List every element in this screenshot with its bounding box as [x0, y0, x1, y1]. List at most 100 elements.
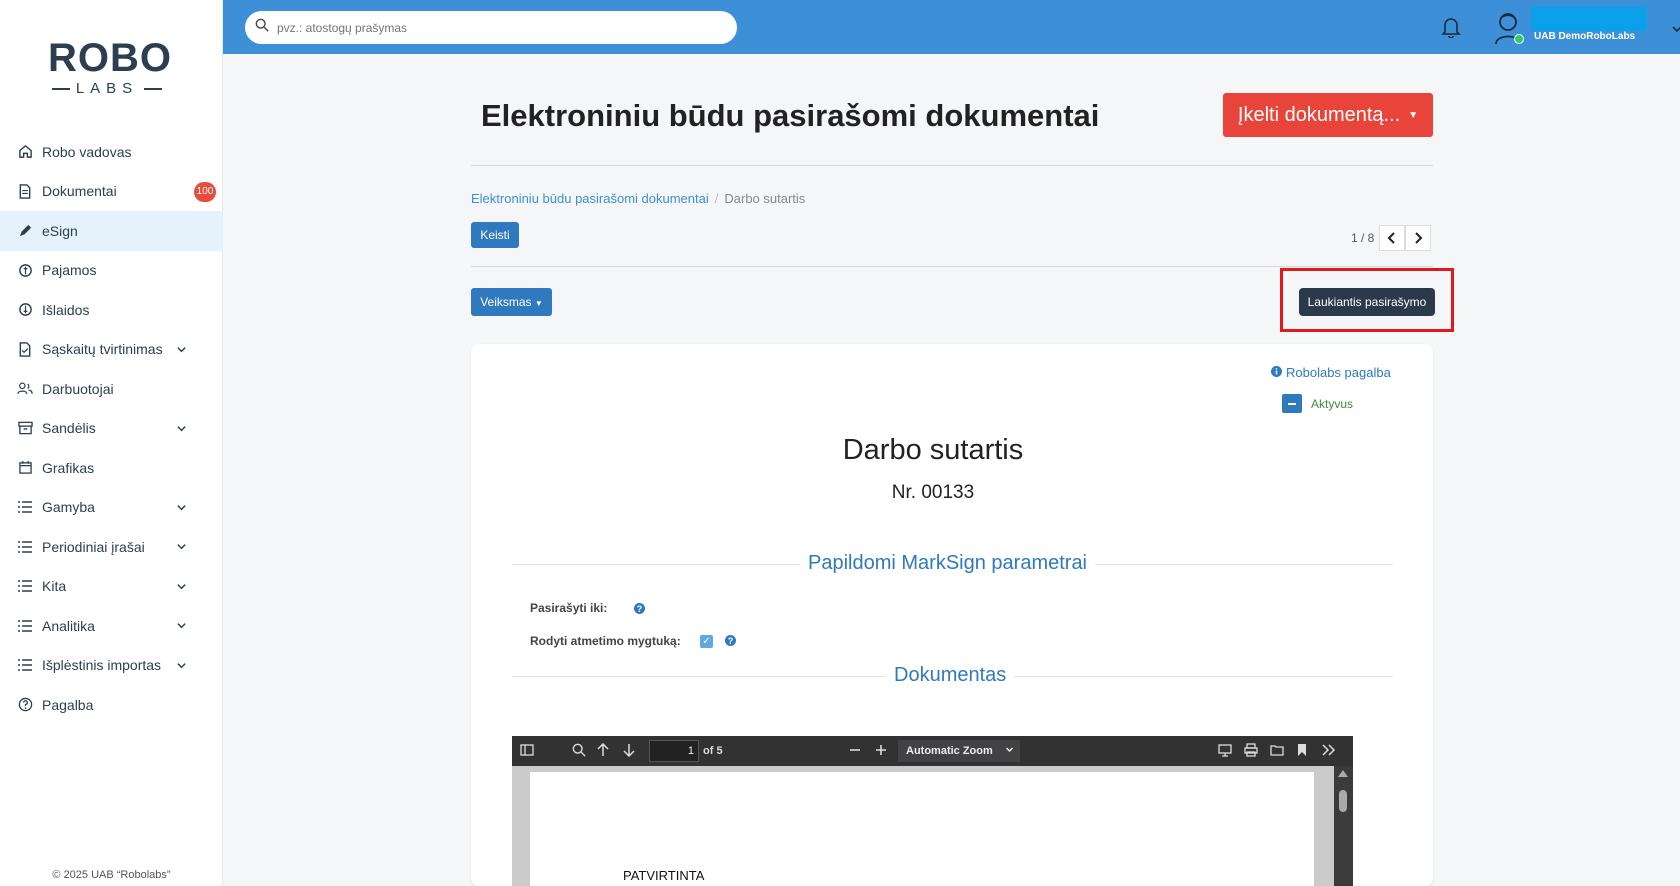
- bell-icon[interactable]: [1441, 16, 1461, 43]
- zoom-select[interactable]: Automatic Zoom: [898, 740, 1020, 762]
- online-status-dot: [1514, 34, 1524, 44]
- sidebar-item-darbuotojai[interactable]: Darbuotojai: [0, 369, 223, 409]
- sidebar-item-label: eSign: [42, 222, 78, 239]
- sidebar-item-label: Išlaidos: [42, 301, 90, 318]
- divider: [471, 165, 1433, 166]
- logo-bottom-text: LABS: [75, 80, 139, 97]
- chevron-down-icon: [176, 618, 187, 634]
- zoom-select-value: Automatic Zoom: [906, 745, 993, 757]
- question-icon[interactable]: ?: [725, 635, 736, 646]
- sidebar-item-pajamos[interactable]: Pajamos: [0, 251, 223, 291]
- sidebar-item-analitika[interactable]: Analitika: [0, 606, 223, 646]
- chevron-down-icon: [176, 342, 187, 358]
- zoom-in-icon[interactable]: [875, 743, 887, 759]
- chevron-right-icon[interactable]: [1405, 225, 1431, 251]
- document-number: Nr. 00133: [891, 482, 975, 503]
- help-circle-icon: [16, 696, 34, 714]
- sidebar-item-label: Sandėlis: [42, 420, 96, 437]
- help-link[interactable]: Robolabs pagalba: [1271, 365, 1391, 380]
- sidebar-item-kita[interactable]: Kita: [0, 567, 223, 607]
- upload-button-label: Įkelti dokumentą...: [1237, 103, 1401, 126]
- sidebar-nav: Robo vadovas Dokumentai 100 eSign Pajamo…: [0, 132, 223, 725]
- search-icon[interactable]: [572, 743, 586, 760]
- search-input[interactable]: [277, 20, 717, 35]
- status-button[interactable]: Laukiantis pasirašymo: [1299, 288, 1435, 316]
- section-document-title: Dokumentas: [886, 664, 1015, 687]
- sidebar-item-label: Periodiniai įrašai: [42, 538, 145, 555]
- sidebar-item-pagalba[interactable]: Pagalba: [0, 685, 223, 725]
- pdf-page-input[interactable]: 1: [649, 740, 699, 762]
- sidebar-item-robo-vadovas[interactable]: Robo vadovas: [0, 132, 223, 172]
- question-icon[interactable]: ?: [634, 603, 645, 614]
- sidebar-toggle-icon[interactable]: [520, 743, 534, 760]
- bookmark-icon[interactable]: [1297, 743, 1307, 760]
- print-icon[interactable]: [1244, 743, 1258, 760]
- sign-until-label: Pasirašyti iki:: [530, 601, 608, 615]
- zoom-out-icon[interactable]: [849, 743, 861, 759]
- caret-down-icon: ▼: [1408, 109, 1419, 121]
- breadcrumb-link[interactable]: Elektroniniu būdu pasirašomi dokumentai: [471, 191, 709, 206]
- sidebar-item-gamyba[interactable]: Gamyba: [0, 488, 223, 528]
- show-reject-label: Rodyti atmetimo mygtuką:: [530, 634, 681, 648]
- archive-icon: [16, 419, 34, 437]
- sidebar-item-label: Kita: [42, 578, 67, 595]
- breadcrumb: Elektroniniu būdu pasirašomi dokumentai /…: [471, 191, 805, 206]
- action-dropdown-button[interactable]: Veiksmas ▼: [471, 288, 552, 316]
- chevron-down-icon: [176, 421, 187, 437]
- pager-count: 1 / 8: [1351, 231, 1375, 245]
- sidebar-item-label: Dokumentai: [42, 183, 117, 200]
- presentation-mode-icon[interactable]: [1218, 743, 1232, 760]
- arrow-down-icon[interactable]: [623, 743, 635, 760]
- pdf-scrollbar[interactable]: [1334, 766, 1353, 886]
- sidebar-item-esign[interactable]: eSign: [0, 211, 223, 251]
- sidebar-item-periodiniai-irasai[interactable]: Periodiniai įrašai: [0, 527, 223, 567]
- upload-document-button[interactable]: Įkelti dokumentą... ▼: [1223, 93, 1433, 137]
- list-icon: [16, 577, 34, 595]
- page-title: Elektroniniu būdu pasirašomi dokumentai: [481, 98, 1100, 133]
- copyright: © 2025 UAB “Robolabs”: [52, 869, 171, 881]
- edit-button[interactable]: Keisti: [471, 222, 519, 248]
- scrollbar-thumb[interactable]: [1339, 790, 1347, 812]
- robolabs-logo[interactable]: ROBO LABS: [48, 36, 172, 97]
- document-title: Darbo sutartis: [842, 434, 1024, 466]
- chevron-down-icon: [176, 500, 187, 516]
- sidebar-item-label: Pajamos: [42, 262, 97, 279]
- sidebar-item-label: Išplėstinis importas: [42, 657, 162, 674]
- archive-box-icon[interactable]: [1282, 394, 1302, 413]
- sidebar-item-saskaitu-tvirtinimas[interactable]: Sąskaitų tvirtinimas: [0, 330, 223, 370]
- search-icon: [255, 18, 269, 37]
- state-label: Aktyvus: [1311, 397, 1354, 411]
- tools-menu-icon[interactable]: [1322, 743, 1336, 759]
- sidebar-item-sandelis[interactable]: Sandėlis: [0, 409, 223, 449]
- search-box[interactable]: [245, 11, 737, 44]
- top-bar: UAB DemoRoboLabs: [223, 0, 1680, 54]
- sidebar-item-label: Robo vadovas: [42, 143, 132, 160]
- chevron-down-icon: [176, 658, 187, 674]
- section-marksign-title: Papildomi MarkSign parametrai: [800, 552, 1096, 575]
- sidebar-item-dokumentai[interactable]: Dokumentai 100: [0, 172, 223, 212]
- chevron-left-icon[interactable]: [1379, 225, 1405, 251]
- action-button-label: Veiksmas: [480, 295, 532, 309]
- caret-down-icon: ▼: [534, 299, 543, 308]
- logo-top-text: ROBO: [48, 36, 172, 80]
- sidebar-item-islaidos[interactable]: Išlaidos: [0, 290, 223, 330]
- scroll-up-arrow-icon[interactable]: [1338, 770, 1348, 777]
- sidebar: ROBO LABS Robo vadovas Dokumentai 100 eS…: [0, 0, 223, 886]
- show-reject-checkbox[interactable]: ✓: [700, 635, 713, 648]
- pdf-toolbar: 1 of 5 Automatic Zoom: [512, 736, 1353, 766]
- sidebar-item-grafikas[interactable]: Grafikas: [0, 448, 223, 488]
- help-link-label: Robolabs pagalba: [1286, 365, 1391, 380]
- arrow-up-icon[interactable]: [597, 742, 609, 760]
- list-icon: [16, 656, 34, 674]
- sidebar-item-label: Analitika: [42, 617, 95, 634]
- open-file-icon[interactable]: [1270, 743, 1284, 760]
- pen-icon: [16, 222, 34, 240]
- pdf-page-text: PATVIRTINTA: [623, 868, 705, 883]
- user-name-redacted: [1531, 7, 1647, 31]
- breadcrumb-current: Darbo sutartis: [724, 191, 806, 206]
- sidebar-item-label: Darbuotojai: [42, 380, 114, 397]
- chevron-down-icon[interactable]: [1671, 22, 1680, 40]
- list-icon: [16, 538, 34, 556]
- chevron-down-icon: [176, 539, 187, 555]
- sidebar-item-isplestinis-importas[interactable]: Išplėstinis importas: [0, 646, 223, 686]
